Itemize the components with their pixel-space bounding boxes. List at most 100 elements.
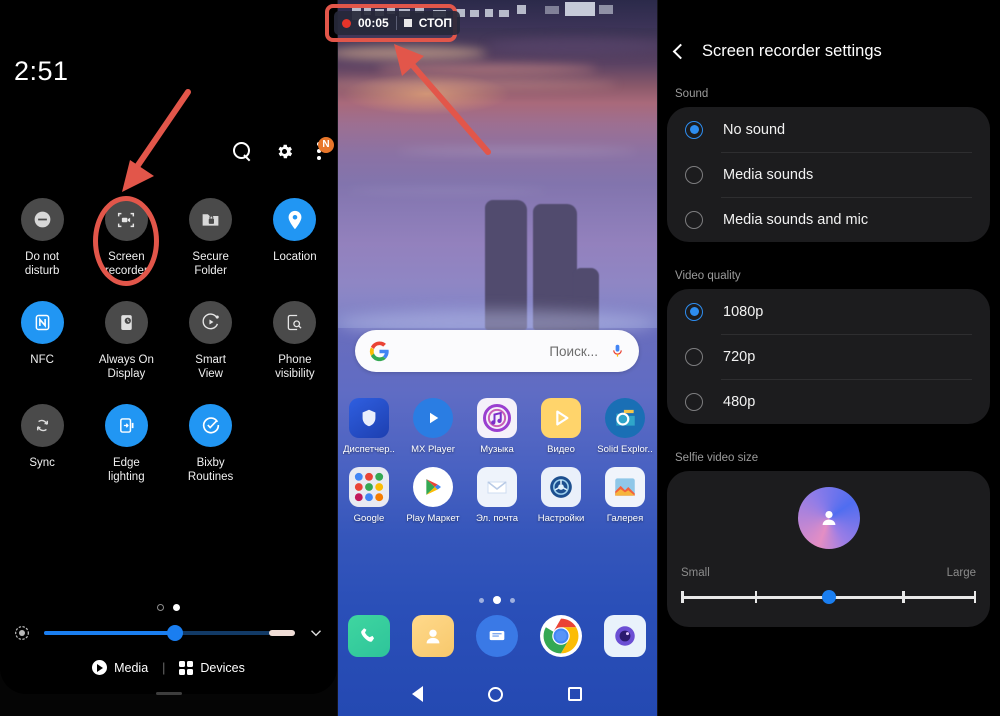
app-grid: Диспетчер.. MX Player Музыка Видео Solid… xyxy=(337,398,657,536)
gear-icon[interactable] xyxy=(275,142,295,162)
sidebar-item-nfc[interactable]: NFC xyxy=(0,300,84,382)
devices-button[interactable]: Devices xyxy=(179,660,245,675)
play-store-icon xyxy=(413,467,453,507)
app-icon-solid-explorer[interactable]: Solid Explor.. xyxy=(593,398,657,455)
radio-button[interactable] xyxy=(685,302,703,321)
search-input-placeholder[interactable]: Поиск... xyxy=(390,344,610,359)
sidebar-item-sync[interactable]: Sync xyxy=(0,403,84,485)
radio-button[interactable] xyxy=(685,210,703,229)
option-label: 720p xyxy=(723,348,756,365)
option-720p[interactable]: 720p xyxy=(667,334,990,379)
navigation-bar xyxy=(337,672,657,716)
app-label: Диспетчер.. xyxy=(343,444,395,455)
google-logo-icon xyxy=(369,340,390,362)
screen-recorder-icon xyxy=(104,198,148,241)
tile-label: Sync xyxy=(29,456,55,469)
home-dock xyxy=(337,615,657,657)
tile-label: Location xyxy=(273,251,317,263)
home-page-dots[interactable] xyxy=(337,596,657,604)
option-no-sound[interactable]: No sound xyxy=(667,107,990,152)
app-label: Галерея xyxy=(606,513,644,524)
app-icon-gallery[interactable]: Галерея xyxy=(593,467,657,524)
home-screen-panel: Поиск... Диспетчер.. MX Player Музыка Ви… xyxy=(337,0,657,716)
microphone-icon[interactable] xyxy=(610,341,625,361)
sidebar-item-smart-view[interactable]: Smart View xyxy=(169,300,253,382)
brightness-slider[interactable] xyxy=(44,624,295,642)
home-indicator[interactable] xyxy=(155,692,182,695)
search-icon[interactable] xyxy=(233,142,253,162)
sound-section: Sound No sound Media sounds Media sounds… xyxy=(657,88,1000,242)
radio-button[interactable] xyxy=(685,392,703,411)
option-media-sounds-and-mic[interactable]: Media sounds and mic xyxy=(667,197,990,242)
mx-player-icon xyxy=(413,398,453,438)
sync-icon xyxy=(20,403,64,447)
quick-settings-page-dots[interactable] xyxy=(0,604,337,611)
recents-square-icon[interactable] xyxy=(568,687,583,701)
dock-item-chrome[interactable] xyxy=(529,615,593,657)
contacts-icon xyxy=(412,615,454,657)
chip-divider xyxy=(395,16,397,30)
recording-chip[interactable]: 00:05 СТОП xyxy=(334,11,461,35)
tile-label: Secure Folder xyxy=(192,251,229,278)
page-dot-active[interactable] xyxy=(173,604,180,611)
chevron-down-icon[interactable] xyxy=(307,624,325,642)
radio-button[interactable] xyxy=(685,165,703,184)
dock-item-messages[interactable] xyxy=(465,615,529,657)
page-dot[interactable] xyxy=(510,597,515,603)
quick-settings-grid: Do not disturb Screen recorder Secure Fo… xyxy=(0,198,337,484)
app-icon-music[interactable]: Музыка xyxy=(465,398,529,455)
sidebar-item-screen-recorder[interactable]: Screen recorder xyxy=(84,198,168,279)
sidebar-item-always-on-display[interactable]: Always On Display xyxy=(84,300,168,382)
page-dot[interactable] xyxy=(157,604,164,611)
option-1080p[interactable]: 1080p xyxy=(667,289,990,334)
sidebar-item-phone-visibility[interactable]: Phone visibility xyxy=(253,300,337,382)
sidebar-item-bixby-routines[interactable]: Bixby Routines xyxy=(169,403,253,485)
slider-end-cap xyxy=(269,630,295,636)
slider-thumb[interactable] xyxy=(821,590,836,604)
sidebar-item-edge-lighting[interactable]: Edge lighting xyxy=(84,403,168,485)
app-icon-dispatcher[interactable]: Диспетчер.. xyxy=(337,398,401,455)
sidebar-item-do-not-disturb[interactable]: Do not disturb xyxy=(0,198,84,279)
settings-icon xyxy=(541,467,581,507)
app-icon-play-store[interactable]: Play Маркет xyxy=(401,467,465,524)
app-icon-mx-player[interactable]: MX Player xyxy=(401,398,465,455)
option-media-sounds[interactable]: Media sounds xyxy=(667,152,990,197)
slider-thumb[interactable] xyxy=(166,625,183,641)
dock-item-camera[interactable] xyxy=(593,615,657,657)
panel-divider-left xyxy=(337,0,338,716)
app-folder-google[interactable]: Google xyxy=(337,467,401,524)
sidebar-item-secure-folder[interactable]: Secure Folder xyxy=(169,198,253,279)
dock-item-contacts[interactable] xyxy=(401,615,465,657)
back-chevron-icon[interactable] xyxy=(672,43,689,59)
app-icon-email[interactable]: Эл. почта xyxy=(465,467,529,524)
video-quality-card: 1080p 720p 480p xyxy=(667,289,990,424)
media-label: Media xyxy=(114,660,149,675)
sidebar-item-location[interactable]: Location xyxy=(253,198,337,279)
more-options-icon[interactable]: N xyxy=(317,137,334,162)
quick-settings-panel: 2:51 N Do not disturb Screen recorder Se… xyxy=(0,0,337,716)
option-label: 1080p xyxy=(723,303,764,320)
option-480p[interactable]: 480p xyxy=(667,379,990,424)
radio-button[interactable] xyxy=(685,347,703,366)
dock-item-phone[interactable] xyxy=(337,615,401,657)
quick-settings-footer: Media | Devices xyxy=(0,660,337,675)
sound-options-card: No sound Media sounds Media sounds and m… xyxy=(667,107,990,242)
stop-label[interactable]: СТОП xyxy=(419,16,452,30)
video-icon xyxy=(541,398,581,438)
selfie-size-slider[interactable] xyxy=(681,589,976,605)
home-circle-icon[interactable] xyxy=(487,686,503,702)
security-manager-icon xyxy=(349,398,389,438)
stop-square-icon[interactable] xyxy=(403,19,412,27)
location-pin-icon xyxy=(273,198,317,241)
app-icon-video[interactable]: Видео xyxy=(529,398,593,455)
page-dot[interactable] xyxy=(479,597,484,603)
panel-divider-right xyxy=(657,0,658,716)
page-dot-active[interactable] xyxy=(493,596,501,604)
google-search-bar[interactable]: Поиск... xyxy=(355,330,639,372)
media-button[interactable]: Media xyxy=(92,660,148,675)
radio-button[interactable] xyxy=(685,120,703,139)
back-triangle-icon[interactable] xyxy=(411,686,423,702)
bixby-routines-icon xyxy=(189,403,233,447)
recording-time: 00:05 xyxy=(358,16,389,30)
app-icon-settings[interactable]: Настройки xyxy=(529,467,593,524)
